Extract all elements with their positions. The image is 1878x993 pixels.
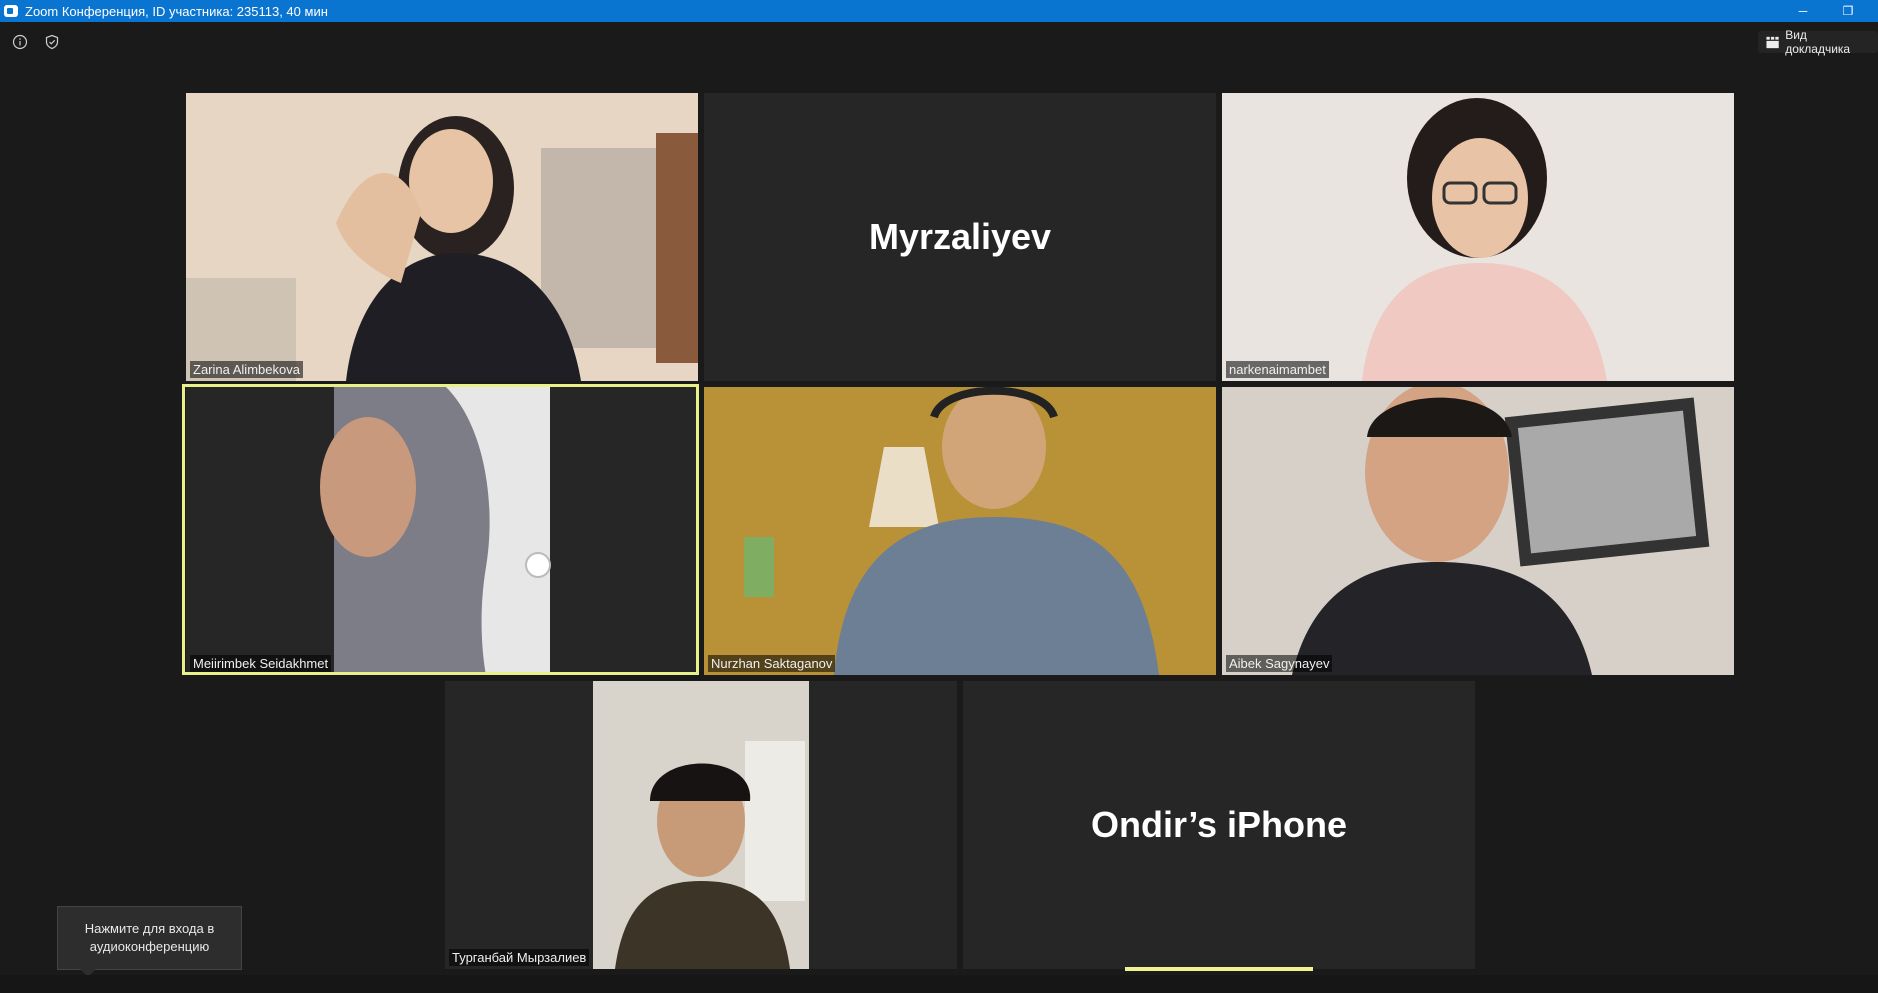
- participant-video: [704, 387, 1216, 675]
- participant-name-label: Nurzhan Saktaganov: [708, 655, 836, 672]
- restore-button[interactable]: ❐: [1826, 0, 1870, 22]
- info-icon[interactable]: [11, 33, 29, 51]
- video-tile[interactable]: Nurzhan Saktaganov: [704, 387, 1216, 675]
- video-tile[interactable]: narkenaimambet: [1222, 93, 1734, 381]
- participant-video: [445, 681, 957, 969]
- tooltip-line-2: аудиоконференцию: [89, 939, 210, 954]
- participant-name-label: Meiirimbek Seidakhmet: [190, 655, 332, 672]
- speaker-view-icon: [1766, 36, 1779, 48]
- video-tile[interactable]: Zarina Alimbekova: [186, 93, 698, 381]
- participant-name-label: Zarina Alimbekova: [190, 361, 303, 378]
- minimize-button[interactable]: ─: [1781, 0, 1825, 22]
- title-bar: Zoom Конференция, ID участника: 235113, …: [0, 0, 1878, 22]
- speaker-view-label: Вид докладчика: [1785, 28, 1851, 56]
- participant-display-name: Myrzaliyev: [868, 216, 1052, 257]
- video-tile[interactable]: Aibek Sagynayev: [1222, 387, 1734, 675]
- video-tile[interactable]: Myrzaliyev: [704, 93, 1216, 381]
- tooltip-line-1: Нажмите для входа в: [84, 921, 215, 936]
- video-tile[interactable]: Meiirimbek Seidakhmet: [186, 387, 698, 675]
- video-tile[interactable]: Турганбай Мырзалиев: [445, 681, 957, 969]
- window-title: Zoom Конференция, ID участника: 235113, …: [25, 3, 328, 19]
- join-audio-tooltip[interactable]: Нажмите для входа в аудиоконференцию: [57, 906, 242, 977]
- shield-check-icon[interactable]: [43, 33, 61, 51]
- participant-video: [1222, 387, 1734, 675]
- participant-video: [186, 93, 698, 381]
- participant-video: [186, 387, 698, 675]
- participant-video: [1222, 93, 1734, 381]
- speaker-view-button[interactable]: Вид докладчика: [1758, 28, 1878, 56]
- participant-name-label: Турганбай Мырзалиев: [449, 949, 590, 966]
- speaking-indicator: [1125, 967, 1313, 971]
- zoom-app-icon: [4, 5, 18, 17]
- participant-name-label: Aibek Sagynayev: [1226, 655, 1333, 672]
- participant-name-label: narkenaimambet: [1226, 361, 1329, 378]
- participant-display-name: Ondir’s iPhone: [1090, 804, 1348, 845]
- video-tile[interactable]: Ondir’s iPhone: [963, 681, 1475, 969]
- bottom-toolbar-strip: [0, 975, 1878, 993]
